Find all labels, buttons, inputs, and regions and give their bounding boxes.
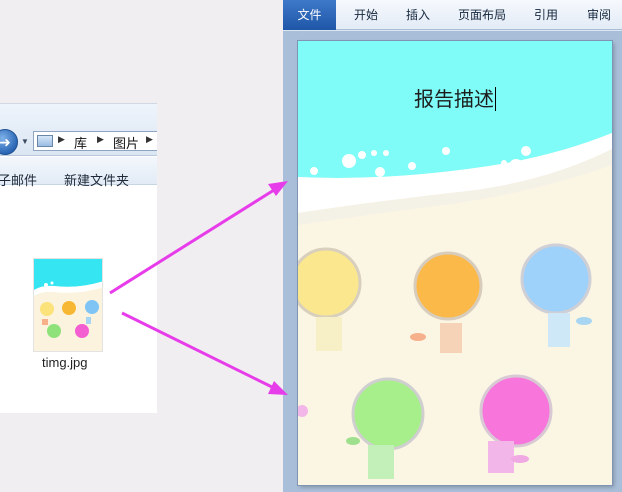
tab-review[interactable]: 审阅 xyxy=(587,0,611,30)
document-area: 报告描述 xyxy=(283,31,622,492)
text-cursor xyxy=(495,87,496,111)
umbrella-yellow xyxy=(298,247,362,351)
file-thumbnail[interactable] xyxy=(33,258,103,352)
pictures-folder-icon xyxy=(37,135,53,147)
address-bar[interactable]: ▶ 库 ▶ 图片 ▶ xyxy=(33,131,157,151)
title-text: 报告描述 xyxy=(414,87,494,111)
umbrella-pink xyxy=(479,374,553,473)
umbrella-green xyxy=(346,377,425,479)
chevron-right-icon[interactable]: ▶ xyxy=(58,134,65,145)
tab-references[interactable]: 引用 xyxy=(534,0,558,30)
tab-home[interactable]: 开始 xyxy=(354,0,378,30)
umbrella-blue xyxy=(520,243,592,347)
umbrella-orange xyxy=(410,251,483,353)
beach-thumbnail-image xyxy=(34,259,102,351)
explorer-toolbar: 子邮件 新建文件夹 xyxy=(0,157,157,188)
address-bar-area: ➜ ▼ ▶ 库 ▶ 图片 ▶ xyxy=(0,104,157,156)
history-dropdown-icon[interactable]: ▼ xyxy=(21,137,29,146)
breadcrumb-pictures[interactable]: 图片 xyxy=(113,133,139,152)
tab-file[interactable]: 文件 xyxy=(283,0,336,30)
chevron-right-icon[interactable]: ▶ xyxy=(97,134,104,145)
new-folder-button[interactable]: 新建文件夹 xyxy=(64,170,129,189)
ribbon-tabs: 文件 开始 插入 页面布局 引用 审阅 xyxy=(283,0,622,30)
document-page[interactable]: 报告描述 xyxy=(298,41,612,485)
chevron-right-icon[interactable]: ▶ xyxy=(146,134,153,145)
tab-page-layout[interactable]: 页面布局 xyxy=(458,0,506,30)
explorer-window: ➜ ▼ ▶ 库 ▶ 图片 ▶ 子邮件 新建文件夹 timg.jpg xyxy=(0,103,157,413)
document-title[interactable]: 报告描述 xyxy=(298,83,612,112)
email-button[interactable]: 子邮件 xyxy=(0,170,37,189)
word-window: 文件 开始 插入 页面布局 引用 审阅 报告描述 xyxy=(283,0,622,492)
tab-insert[interactable]: 插入 xyxy=(406,0,430,30)
file-name-label[interactable]: timg.jpg xyxy=(42,355,88,370)
back-button[interactable]: ➜ xyxy=(0,129,18,155)
breadcrumb-library[interactable]: 库 xyxy=(74,133,87,152)
